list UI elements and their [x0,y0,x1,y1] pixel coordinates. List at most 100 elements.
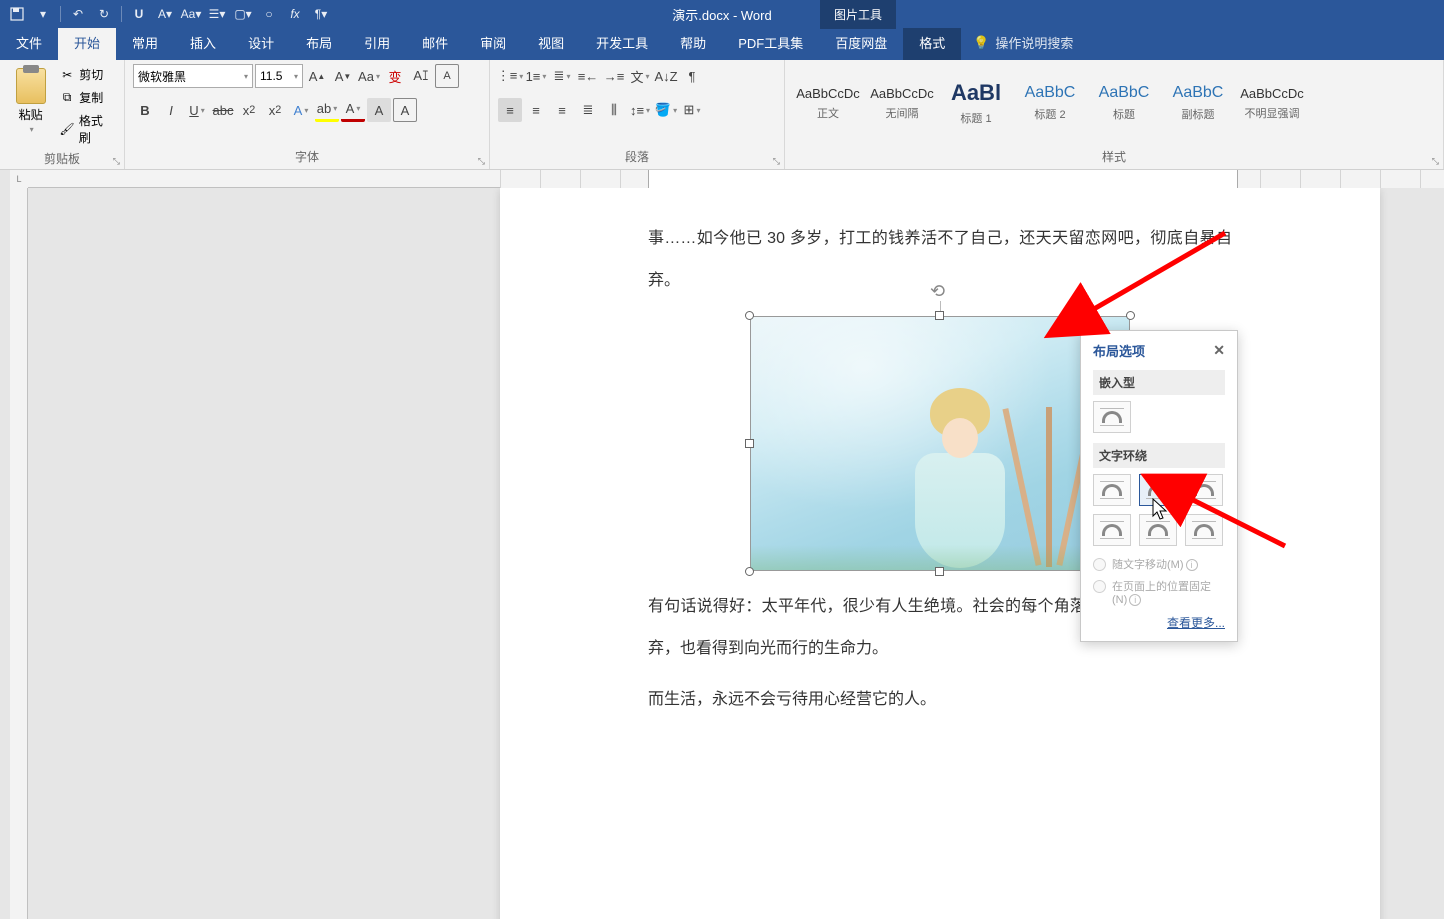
popup-close-button[interactable]: ✕ [1213,342,1225,359]
ruler-horizontal[interactable] [28,170,1444,188]
font-qat[interactable]: A▾ [154,3,176,25]
wrap-behind-option[interactable] [1139,514,1177,546]
brush-icon: 🖌 [59,121,75,137]
text-effect-qat[interactable]: Aa▾ [180,3,202,25]
increase-indent-button[interactable]: →≡ [602,64,626,88]
style-item[interactable]: AaBbC标题 2 [1015,68,1085,138]
bold-button[interactable]: B [133,98,157,122]
tab-insert[interactable]: 插入 [174,25,232,60]
see-more-link[interactable]: 查看更多... [1093,614,1225,631]
align-right-button[interactable]: ≡ [550,98,574,122]
tab-common[interactable]: 常用 [116,25,174,60]
enclose-button[interactable]: A [435,64,459,88]
document-page[interactable]: 事……如今他已 30 多岁，打工的钱养活不了自己，还天天留恋网吧，彻底自暴自弃。… [500,188,1380,919]
align-left-button[interactable]: ≡ [498,98,522,122]
subscript-button[interactable]: x2 [237,98,261,122]
tell-me-search[interactable]: 💡 操作说明搜索 [961,25,1085,60]
style-item[interactable]: AaBbCcDc无间隔 [867,68,937,138]
shading-button[interactable]: 🪣▾ [654,98,678,122]
list-qat[interactable]: ☰▾ [206,3,228,25]
char-shading-button[interactable]: A [367,98,391,122]
paragraph-3[interactable]: 而生活，永远不会亏待用心经营它的人。 [648,679,1232,721]
font-name-selector[interactable]: 微软雅黑▾ [133,64,253,88]
tab-home[interactable]: 开始 [58,25,116,60]
font-color-button[interactable]: A▾ [341,98,365,122]
tab-format[interactable]: 格式 [903,25,961,60]
ruler-vertical[interactable] [10,188,28,919]
tab-mailings[interactable]: 邮件 [406,25,464,60]
wrap-front-option[interactable] [1185,514,1223,546]
resize-handle-bm[interactable] [935,567,944,576]
format-painter-button[interactable]: 🖌格式刷 [57,110,116,148]
qat-dropdown[interactable]: ▾ [32,3,54,25]
line-spacing-button[interactable]: ↕≡▾ [628,98,652,122]
style-item[interactable]: AaBl标题 1 [941,68,1011,138]
tab-help[interactable]: 帮助 [664,25,722,60]
border-qat[interactable]: ▢▾ [232,3,254,25]
copy-button[interactable]: ⧉复制 [57,87,116,108]
paste-label: 粘贴 [19,106,43,123]
multilevel-button[interactable]: ≣▾ [550,64,574,88]
increase-font-button[interactable]: A▲ [305,64,329,88]
save-button[interactable] [6,3,28,25]
sort-button[interactable]: A↓Z [654,64,678,88]
strikethrough-button[interactable]: abc [211,98,235,122]
style-item[interactable]: AaBbCcDc正文 [793,68,863,138]
superscript-button[interactable]: x2 [263,98,287,122]
wrap-through-option[interactable] [1185,474,1223,506]
inserted-image[interactable] [750,316,1130,571]
tab-baidu[interactable]: 百度网盘 [819,25,903,60]
bullets-button[interactable]: ⋮≡▾ [498,64,522,88]
tab-pdf[interactable]: PDF工具集 [722,25,819,60]
borders-button[interactable]: ⊞▾ [680,98,704,122]
style-item[interactable]: AaBbCcDc不明显强调 [1237,68,1307,138]
underline-button[interactable]: U▾ [185,98,209,122]
tab-design[interactable]: 设计 [232,25,290,60]
font-launcher[interactable]: ⤡ [478,156,485,167]
clipboard-launcher[interactable]: ⤡ [113,156,120,167]
show-marks-button[interactable]: ¶ [680,64,704,88]
tab-file[interactable]: 文件 [0,25,58,60]
decrease-font-button[interactable]: A▼ [331,64,355,88]
numbering-button[interactable]: 1≡▾ [524,64,548,88]
font-size-selector[interactable]: 11.5▾ [255,64,303,88]
redo-button[interactable]: ↻ [93,3,115,25]
justify-button[interactable]: ≣ [576,98,600,122]
style-item[interactable]: AaBbC副标题 [1163,68,1233,138]
resize-handle-ml[interactable] [745,439,754,448]
wrap-inline-option[interactable] [1093,401,1131,433]
tab-developer[interactable]: 开发工具 [580,25,664,60]
italic-button[interactable]: I [159,98,183,122]
text-direction-button[interactable]: 文▾ [628,64,652,88]
wrap-tight-option[interactable] [1139,474,1177,506]
cut-button[interactable]: ✂剪切 [57,64,116,85]
tab-view[interactable]: 视图 [522,25,580,60]
highlight-button[interactable]: ab▾ [315,98,339,122]
phonetic-button[interactable]: 变 [383,64,407,88]
tab-references[interactable]: 引用 [348,25,406,60]
resize-handle-tr[interactable] [1126,311,1135,320]
resize-handle-tm[interactable] [935,311,944,320]
decrease-indent-button[interactable]: ≡← [576,64,600,88]
char-border-button[interactable]: A [393,98,417,122]
styles-launcher[interactable]: ⤡ [1432,156,1439,167]
paste-button[interactable]: 粘贴 ▾ [8,64,53,138]
resize-handle-bl[interactable] [745,567,754,576]
change-case-button[interactable]: Aa▾ [357,64,381,88]
text-effects-button[interactable]: A▾ [289,98,313,122]
paragraph-launcher[interactable]: ⤡ [773,156,780,167]
distribute-button[interactable]: ⫼ [602,98,626,122]
undo-button[interactable]: ↶ [67,3,89,25]
para-qat[interactable]: ¶▾ [310,3,332,25]
underline-qat[interactable]: U [128,3,150,25]
shape-qat[interactable]: ○ [258,3,280,25]
formula-qat[interactable]: fx [284,3,306,25]
tab-layout[interactable]: 布局 [290,25,348,60]
style-item[interactable]: AaBbC标题 [1089,68,1159,138]
clear-format-button[interactable]: Aꕯ [409,64,433,88]
align-center-button[interactable]: ≡ [524,98,548,122]
tab-review[interactable]: 审阅 [464,25,522,60]
wrap-topbottom-option[interactable] [1093,514,1131,546]
wrap-square-option[interactable] [1093,474,1131,506]
rotate-handle[interactable]: ⟲ [930,281,950,301]
